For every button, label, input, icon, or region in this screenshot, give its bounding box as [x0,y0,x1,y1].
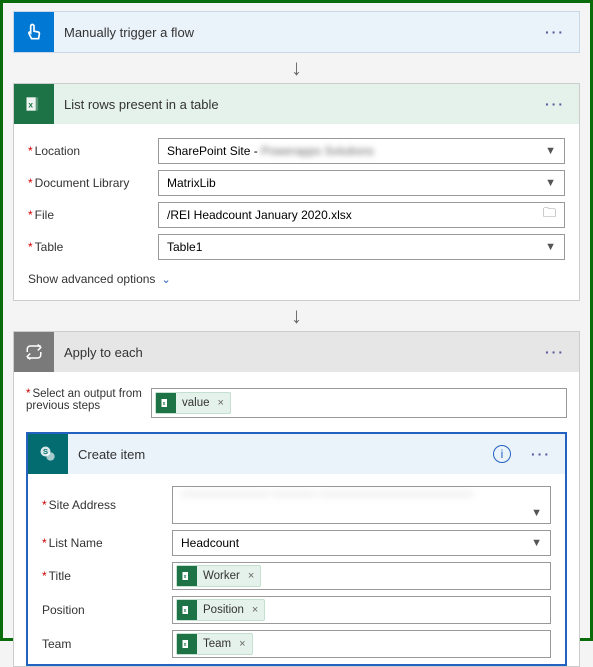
position-field[interactable]: x Position × [172,596,551,624]
trigger-title: Manually trigger a flow [64,25,531,40]
position-field-label: Position [42,603,172,617]
value-token[interactable]: x value × [155,392,231,414]
table-label: *Table [28,240,158,254]
team-token[interactable]: x Team × [176,633,253,655]
site-address-label: *Site Address [42,498,172,512]
remove-token-button[interactable]: × [218,397,224,409]
remove-token-button[interactable]: × [248,570,254,582]
create-item-step: S Create item i ··· *Site Address ——————… [26,432,567,666]
chevron-down-icon: ▼ [531,507,542,519]
token-label: Position [203,604,244,616]
apply-to-each-step: Apply to each ··· *Select an output from… [13,331,580,667]
svg-text:x: x [28,99,33,109]
touch-icon [14,12,54,52]
excel-icon: x [177,600,197,620]
remove-token-button[interactable]: × [252,604,258,616]
info-icon[interactable]: i [493,445,511,463]
remove-token-button[interactable]: × [239,638,245,650]
apply-menu-button[interactable]: ··· [541,344,569,360]
file-label: *File [28,208,158,222]
create-title: Create item [78,447,483,462]
excel-icon: x [177,634,197,654]
chevron-down-icon: ▼ [531,537,542,549]
select-output-label: *Select an output from previous steps [26,388,151,412]
list-name-label: *List Name [42,536,172,550]
select-output-field[interactable]: x value × [151,388,567,418]
chevron-down-icon: ⌄ [161,273,170,286]
excel-menu-button[interactable]: ··· [541,96,569,112]
excel-icon: x [156,393,176,413]
apply-title: Apply to each [64,345,531,360]
create-header[interactable]: S Create item i ··· [28,434,565,474]
svg-text:x: x [163,401,166,407]
team-field-label: Team [42,637,172,651]
table-dropdown[interactable]: Table1 ▼ [158,234,565,260]
trigger-menu-button[interactable]: ··· [541,24,569,40]
svg-text:S: S [43,447,48,456]
excel-step: x List rows present in a table ··· *Loca… [13,83,580,301]
excel-title: List rows present in a table [64,97,531,112]
token-label: Team [203,638,231,650]
doclib-label: *Document Library [28,176,158,190]
excel-icon: x [177,566,197,586]
chevron-down-icon: ▼ [545,241,556,253]
list-name-dropdown[interactable]: Headcount ▼ [172,530,551,556]
doclib-dropdown[interactable]: MatrixLib ▼ [158,170,565,196]
token-label: value [182,397,210,409]
position-token[interactable]: x Position × [176,599,265,621]
token-label: Worker [203,570,240,582]
svg-text:x: x [184,608,187,614]
title-field[interactable]: x Worker × [172,562,551,590]
svg-text:x: x [184,642,187,648]
file-picker[interactable]: /REI Headcount January 2020.xlsx 🗀 [158,202,565,228]
location-dropdown[interactable]: SharePoint Site - Powerapps Solutions ▼ [158,138,565,164]
title-field-label: *Title [42,569,172,583]
folder-icon: 🗀 [543,204,556,226]
excel-header[interactable]: x List rows present in a table ··· [14,84,579,124]
flow-arrow-icon: ↓ [13,301,580,331]
site-address-dropdown[interactable]: ———————— ———— —————————————— ▼ [172,486,551,524]
chevron-down-icon: ▼ [545,177,556,189]
loop-icon [14,332,54,372]
worker-token[interactable]: x Worker × [176,565,261,587]
location-label: *Location [28,144,158,158]
trigger-step[interactable]: Manually trigger a flow ··· [13,11,580,53]
team-field[interactable]: x Team × [172,630,551,658]
sharepoint-icon: S [28,434,68,474]
chevron-down-icon: ▼ [545,145,556,157]
svg-text:x: x [184,574,187,580]
create-menu-button[interactable]: ··· [527,446,555,462]
flow-arrow-icon: ↓ [13,53,580,83]
show-advanced-toggle[interactable]: Show advanced options ⌄ [28,266,565,286]
excel-icon: x [14,84,54,124]
apply-header[interactable]: Apply to each ··· [14,332,579,372]
